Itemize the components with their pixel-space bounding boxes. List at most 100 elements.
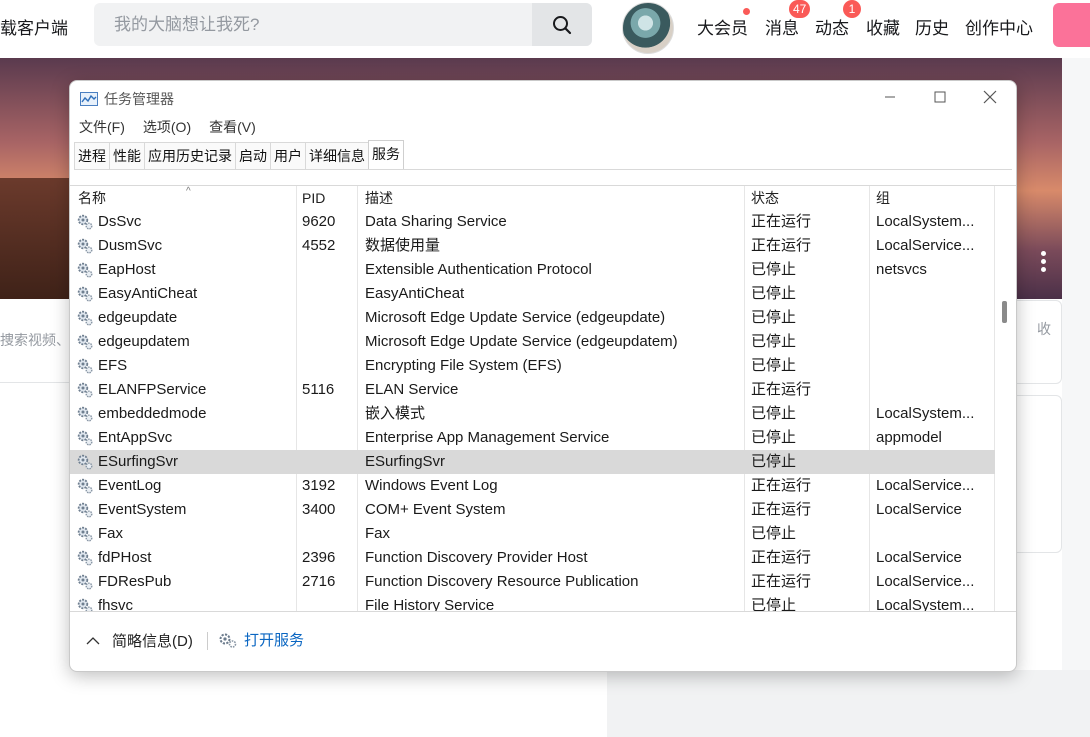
nav-history[interactable]: 历史: [915, 14, 949, 39]
table-row[interactable]: edgeupdatem Microsoft Edge Update Service…: [70, 330, 995, 354]
menu-options[interactable]: 选项(O): [134, 117, 200, 137]
service-description-cell: Microsoft Edge Update Service (edgeupdat…: [365, 333, 678, 350]
table-row[interactable]: DusmSvc 4552 数据使用量 正在运行 LocalService...: [70, 234, 995, 258]
tab-details[interactable]: 详细信息: [305, 142, 369, 169]
vertical-scrollbar[interactable]: [1002, 186, 1008, 611]
service-gear-icon: [76, 309, 94, 327]
services-table: 名称 ^ PID 描述 状态 组 DsSvc 9620 Data Sharing Se…: [70, 186, 995, 611]
column-header-pid[interactable]: PID: [302, 186, 325, 210]
window-title: 任务管理器: [104, 91, 174, 107]
search-bar: [94, 3, 592, 46]
tab-processes[interactable]: 进程: [74, 142, 110, 169]
service-status-cell: 已停止: [751, 597, 797, 611]
scrollbar-thumb[interactable]: [1002, 301, 1007, 323]
vip-dot: [743, 8, 750, 15]
service-gear-icon: [76, 549, 94, 567]
service-status-cell: 正在运行: [751, 549, 812, 566]
service-name-cell: EapHost: [98, 261, 156, 278]
service-gear-icon: [76, 333, 94, 351]
service-description-cell: ESurfingSvr: [365, 453, 446, 470]
service-name-cell: edgeupdatem: [98, 333, 190, 350]
service-name-cell: ELANFPService: [98, 381, 207, 398]
service-description-cell: Function Discovery Provider Host: [365, 549, 588, 566]
tab-services[interactable]: 服务: [368, 140, 404, 169]
column-header-group[interactable]: 组: [876, 186, 890, 210]
download-client-link[interactable]: 载客户端: [0, 14, 68, 39]
page-background: [607, 670, 1090, 737]
page-gutter: [1062, 58, 1090, 737]
service-status-cell: 正在运行: [751, 381, 812, 398]
footer-bar: 简略信息(D) 打开服务: [70, 612, 1016, 671]
messages-badge: 47: [789, 0, 811, 18]
service-description-cell: Data Sharing Service: [365, 213, 507, 230]
service-description-cell: COM+ Event System: [365, 501, 506, 518]
service-group-cell: LocalSystem...: [876, 213, 975, 230]
title-bar: 任务管理器: [80, 89, 174, 109]
close-button[interactable]: [965, 81, 1015, 113]
table-row[interactable]: DsSvc 9620 Data Sharing Service 正在运行 LocalSy…: [70, 210, 995, 234]
maximize-button[interactable]: [915, 81, 965, 113]
column-header-description[interactable]: 描述: [365, 186, 393, 210]
service-gear-icon: [76, 237, 94, 255]
service-pid-cell: 5116: [302, 381, 335, 398]
table-row[interactable]: EntAppSvc Enterprise App Management Servi…: [70, 426, 995, 450]
service-status-cell: 已停止: [751, 285, 797, 302]
column-header-status[interactable]: 状态: [751, 186, 779, 210]
chevron-up-icon: [86, 636, 100, 644]
service-status-cell: 正在运行: [751, 477, 812, 494]
tab-app-history[interactable]: 应用历史记录: [144, 142, 236, 169]
search-button[interactable]: [532, 3, 592, 46]
table-row[interactable]: edgeupdate Microsoft Edge Update Service …: [70, 306, 995, 330]
table-row[interactable]: EventLog 3192 Windows Event Log 正在运行 LocalSe…: [70, 474, 995, 498]
nav-messages[interactable]: 消息 47: [765, 0, 811, 39]
tab-startup[interactable]: 启动: [235, 142, 271, 169]
table-row[interactable]: Fax Fax 已停止: [70, 522, 995, 546]
service-gear-icon: [76, 405, 94, 423]
nav-favorites[interactable]: 收藏: [866, 14, 900, 39]
tab-performance[interactable]: 性能: [109, 142, 145, 169]
table-row[interactable]: fdPHost 2396 Function Discovery Provider H…: [70, 546, 995, 570]
service-group-cell: LocalService...: [876, 237, 975, 254]
menu-file[interactable]: 文件(F): [70, 117, 134, 137]
avatar[interactable]: [622, 2, 674, 54]
upload-button[interactable]: [1053, 3, 1090, 47]
table-row[interactable]: FDResPub 2716 Function Discovery Resource …: [70, 570, 995, 594]
service-status-cell: 已停止: [751, 309, 797, 326]
table-row[interactable]: ELANFPService 5116 ELAN Service 正在运行: [70, 378, 995, 402]
table-row[interactable]: EventSystem 3400 COM+ Event System 正在运行 Loca…: [70, 498, 995, 522]
service-gear-icon: [76, 429, 94, 447]
table-row[interactable]: EapHost Extensible Authentication Protoco…: [70, 258, 995, 282]
tab-users[interactable]: 用户: [270, 142, 306, 169]
minimize-button[interactable]: [865, 81, 915, 113]
column-header-name[interactable]: 名称 ^: [78, 186, 191, 210]
more-icon[interactable]: [1038, 248, 1048, 275]
service-gear-icon: [76, 381, 94, 399]
table-row[interactable]: ESurfingSvr ESurfingSvr 已停止: [70, 450, 995, 474]
service-name-cell: EntAppSvc: [98, 429, 173, 446]
table-row[interactable]: EasyAntiCheat EasyAntiCheat 已停止: [70, 282, 995, 306]
brief-info-button[interactable]: 简略信息(D): [86, 630, 193, 651]
service-gear-icon: [76, 525, 94, 543]
service-description-cell: Extensible Authentication Protocol: [365, 261, 592, 278]
service-name-cell: EventSystem: [98, 501, 187, 518]
service-status-cell: 已停止: [751, 261, 797, 278]
table-row[interactable]: EFS Encrypting File System (EFS) 已停止: [70, 354, 995, 378]
minimize-icon: [885, 96, 895, 98]
menu-view[interactable]: 查看(V): [200, 117, 265, 137]
service-description-cell: Microsoft Edge Update Service (edgeupdat…: [365, 309, 666, 326]
nav-vip[interactable]: 大会员: [697, 8, 750, 39]
table-row[interactable]: fhsvc File History Service 已停止 LocalSystem.…: [70, 594, 995, 611]
service-pid-cell: 3192: [302, 477, 336, 494]
service-name-cell: FDResPub: [98, 573, 172, 590]
service-group-cell: LocalService...: [876, 573, 975, 590]
nav-creator-center[interactable]: 创作中心: [965, 14, 1033, 39]
nav-dynamics[interactable]: 动态 1: [815, 0, 861, 39]
open-services-link[interactable]: 打开服务: [218, 629, 304, 650]
search-input[interactable]: [94, 3, 534, 46]
sort-up-icon: ^: [186, 186, 191, 197]
service-gear-icon: [76, 501, 94, 519]
table-row[interactable]: embeddedmode 嵌入模式 已停止 LocalSystem...: [70, 402, 995, 426]
service-name-cell: DsSvc: [98, 213, 142, 230]
task-manager-icon: [80, 92, 98, 106]
service-name-cell: fhsvc: [98, 597, 134, 611]
